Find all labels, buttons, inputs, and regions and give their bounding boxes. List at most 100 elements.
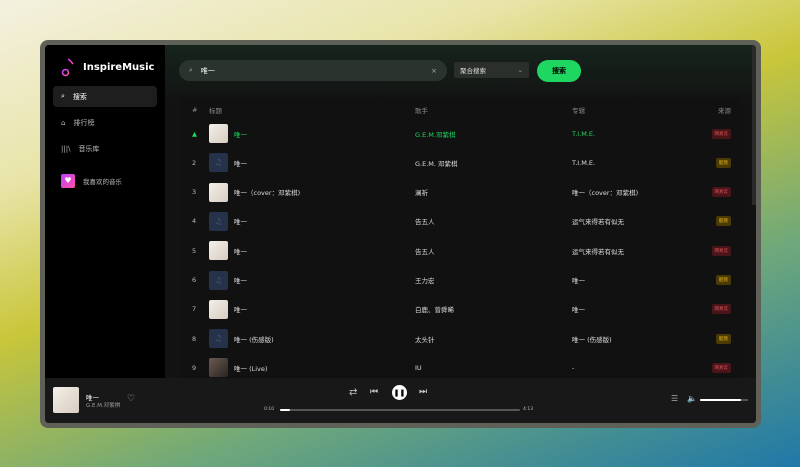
home-icon: ⌂ [61, 118, 66, 127]
library-icon: |||\ [61, 144, 71, 153]
source-badge: 网易云 [711, 187, 731, 198]
source-select[interactable]: 聚合搜索 ⌄ [454, 62, 529, 78]
row-artist[interactable]: 太头针 [415, 334, 435, 344]
table-row[interactable]: 3 唯一（cover：邓紫棋) 澜祈 唯一（cover：邓紫棋) 网易云 [180, 178, 742, 207]
row-index: 2 [192, 158, 197, 167]
source-badge: 网易云 [711, 304, 731, 315]
row-index: 6 [192, 276, 197, 284]
header-source: 来源 [718, 107, 731, 115]
row-album[interactable]: - [572, 364, 574, 372]
sidebar: InspireMusic ⌕ 搜索 ⌂ 排行榜 |||\ 音乐库 ♥ 我喜欢的音乐 [45, 45, 165, 378]
sidebar-item-favorites[interactable]: ♥ 我喜欢的音乐 [53, 170, 157, 191]
sidebar-item-charts[interactable]: ⌂ 排行榜 [53, 112, 157, 133]
row-title[interactable]: 唯一 [234, 246, 247, 256]
table-row[interactable]: 7 唯一 白鹿、曾舜晞 唯一 网易云 [180, 295, 742, 324]
music-note-icon: ♫ [209, 153, 228, 173]
app-name: InspireMusic [83, 61, 155, 73]
source-badge: 酷我 [716, 275, 731, 285]
row-title[interactable]: 唯一 [234, 275, 247, 285]
row-album[interactable]: 唯一（cover：邓紫棋) [572, 187, 638, 197]
table-row[interactable]: 8 ♫ 唯一 (伤感版) 太头针 唯一 (伤感版) 酷我 [180, 324, 742, 353]
source-badge: 网易云 [711, 245, 731, 256]
row-album[interactable]: 唯一 [572, 304, 585, 314]
scrollbar[interactable] [752, 45, 756, 205]
results-table: # 标题 歌手 专辑 来源 ▲ 唯一 G.E.M.邓紫棋 T.I.M.E. 网易云 2 ♫ 唯… [180, 97, 742, 378]
like-heart-icon[interactable]: ♡ [127, 394, 135, 404]
music-note-icon: ♫ [209, 211, 228, 231]
repeat-icon[interactable]: ⇄ [349, 387, 357, 398]
current-time: 0:10 [264, 407, 275, 412]
playing-icon: ▲ [192, 129, 197, 138]
volume-fill [700, 399, 741, 401]
pause-button[interactable]: ❚❚ [392, 385, 407, 400]
row-artist[interactable]: 澜祈 [415, 187, 428, 197]
heart-icon: ♥ [61, 173, 75, 188]
progress-slider[interactable] [280, 409, 520, 411]
row-title[interactable]: 唯一 (Live) [234, 363, 267, 373]
volume-slider[interactable] [700, 399, 748, 401]
source-badge: 网易云 [711, 362, 731, 373]
duration: 4:13 [523, 407, 534, 412]
sidebar-item-label: 搜索 [72, 92, 87, 101]
sidebar-item-label: 我喜欢的音乐 [83, 177, 122, 186]
header-title: 标题 [209, 107, 222, 115]
row-album[interactable]: T.I.M.E. [572, 130, 595, 138]
row-title[interactable]: 唯一 (伤感版) [234, 334, 274, 344]
row-album[interactable]: 唯一 [572, 275, 585, 285]
cover-image [209, 299, 228, 319]
sidebar-item-label: 音乐库 [78, 144, 100, 153]
row-title[interactable]: 唯一 [234, 304, 247, 314]
cover-image [209, 358, 228, 378]
table-row[interactable]: 6 ♫ 唯一 王力宏 唯一 酷我 [180, 266, 742, 295]
next-icon[interactable]: ⏭ [419, 387, 427, 397]
music-note-icon [61, 58, 74, 77]
row-artist[interactable]: 告五人 [415, 216, 435, 226]
cover-image [209, 182, 228, 202]
row-index: 8 [192, 334, 197, 343]
row-artist[interactable]: G.E.M. 邓紫棋 [415, 158, 458, 168]
source-badge: 酷我 [716, 216, 731, 227]
row-index: 4 [192, 217, 197, 226]
search-input[interactable]: ⌕ 唯一 × [179, 60, 447, 81]
progress-fill [280, 409, 290, 411]
chevron-down-icon: ⌄ [517, 66, 523, 74]
table-row[interactable]: 4 ♫ 唯一 告五人 运气来得若有似无 酷我 [180, 207, 742, 236]
row-album[interactable]: 唯一 (伤感版) [572, 334, 612, 344]
search-icon: ⌕ [189, 66, 193, 74]
sidebar-item-library[interactable]: |||\ 音乐库 [53, 138, 157, 159]
sidebar-item-search[interactable]: ⌕ 搜索 [53, 86, 157, 107]
table-row[interactable]: ▲ 唯一 G.E.M.邓紫棋 T.I.M.E. 网易云 [180, 119, 742, 148]
row-album[interactable]: 运气来得若有似无 [572, 216, 624, 226]
source-badge: 网易云 [711, 128, 731, 139]
row-album[interactable]: 运气来得若有似无 [572, 246, 624, 256]
header-album: 专辑 [572, 107, 585, 115]
header-artist: 歌手 [415, 107, 428, 115]
table-row[interactable]: 5 唯一 告五人 运气来得若有似无 网易云 [180, 236, 742, 265]
row-title[interactable]: 唯一 [234, 216, 247, 226]
row-artist[interactable]: 告五人 [415, 246, 435, 256]
player-bar: 唯一 G.E.M.邓紫棋 ♡ ⇄ ⏮ ❚❚ ⏭ 0:10 4:13 ☰ 🔈 [45, 378, 756, 423]
row-artist[interactable]: 王力宏 [415, 275, 435, 285]
row-title[interactable]: 唯一 [234, 158, 247, 168]
row-title[interactable]: 唯一 [234, 129, 247, 139]
search-icon: ⌕ [61, 92, 65, 100]
now-playing-cover [53, 387, 79, 413]
table-header: # 标题 歌手 专辑 来源 [180, 103, 742, 117]
search-button[interactable]: 搜索 [537, 60, 581, 82]
previous-icon[interactable]: ⏮ [370, 387, 378, 397]
queue-icon[interactable]: ☰ [671, 394, 678, 403]
row-artist[interactable]: 白鹿、曾舜晞 [415, 304, 454, 314]
row-album[interactable]: T.I.M.E. [572, 159, 595, 167]
table-row[interactable]: 2 ♫ 唯一 G.E.M. 邓紫棋 T.I.M.E. 酷我 [180, 148, 742, 177]
music-note-icon: ♫ [209, 329, 228, 349]
row-artist[interactable]: G.E.M.邓紫棋 [415, 129, 455, 139]
volume-icon[interactable]: 🔈 [687, 394, 697, 403]
row-artist[interactable]: IU [415, 364, 422, 372]
source-badge: 酷我 [716, 157, 731, 168]
row-title[interactable]: 唯一（cover：邓紫棋) [234, 187, 300, 197]
main-panel: ⌕ 唯一 × 聚合搜索 ⌄ 搜索 # 标题 歌手 专辑 来源 ▲ 唯一 G.E.M.邓紫棋… [165, 45, 756, 378]
row-index: 7 [192, 305, 197, 314]
row-index: 3 [192, 188, 197, 197]
clear-icon[interactable]: × [431, 67, 437, 75]
header-index: # [192, 106, 198, 114]
